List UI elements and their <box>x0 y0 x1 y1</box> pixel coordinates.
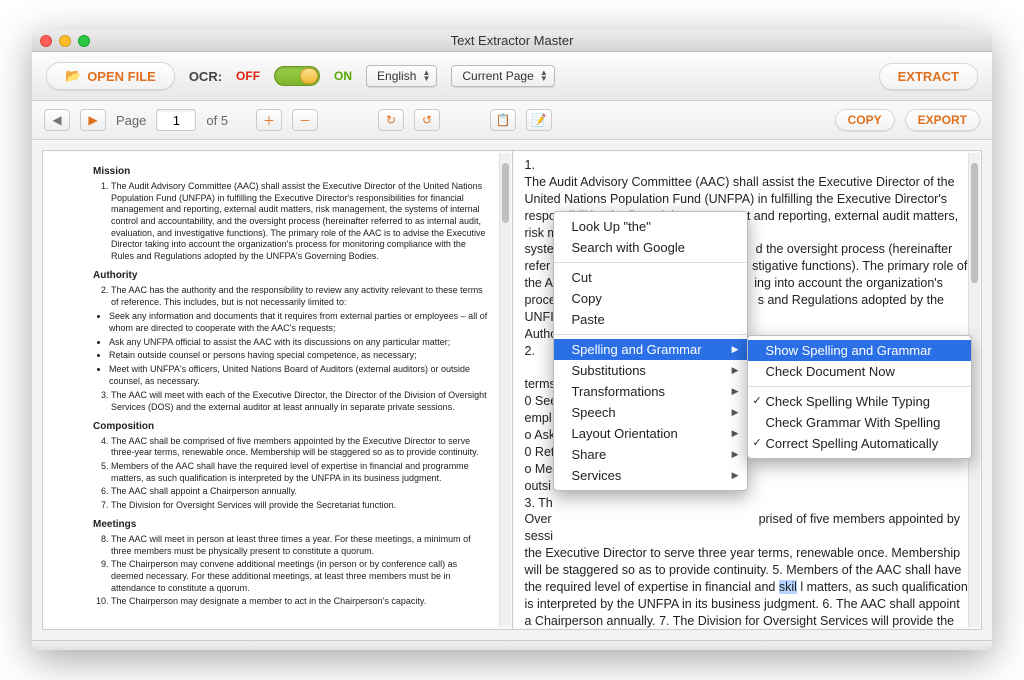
toggle-knob-icon <box>300 68 318 84</box>
composition-item: Members of the AAC shall have the requir… <box>111 461 490 484</box>
text-line: d the oversight process (hereinafter <box>756 242 953 256</box>
meetings-item: The Chairperson may convene additional m… <box>111 559 490 594</box>
text-frag: 0 Ret <box>525 445 555 459</box>
scope-select[interactable]: Current Page ▲▼ <box>451 65 554 87</box>
folder-icon: 📂 <box>65 68 81 84</box>
rotate-ccw-button[interactable]: ↺ <box>414 109 440 131</box>
content-area: Mission The Audit Advisory Committee (AA… <box>32 140 992 640</box>
menu-layout-orientation[interactable]: Layout Orientation <box>554 423 747 444</box>
text-frag: empl <box>525 411 552 425</box>
submenu-check-now[interactable]: Check Document Now <box>748 361 971 382</box>
text-line: stigative functions). The primary role o… <box>752 259 967 273</box>
text-frag: outsi <box>525 479 551 493</box>
menu-services[interactable]: Services <box>554 465 747 486</box>
composition-item: The Division for Oversight Services will… <box>111 500 490 512</box>
menu-copy[interactable]: Copy <box>554 288 747 309</box>
ocr-off-label: OFF <box>236 69 260 83</box>
top-toolbar: 📂 OPEN FILE OCR: OFF ON English ▲▼ Curre… <box>32 52 992 101</box>
text-line: 1. <box>525 158 535 172</box>
text-frag: o Ask <box>525 428 556 442</box>
scroll-thumb[interactable] <box>502 163 509 223</box>
authority-item-2: The AAC has the authority and the respon… <box>111 285 490 308</box>
text-line: 2. <box>525 344 535 358</box>
window-footer <box>32 640 992 650</box>
menu-lookup[interactable]: Look Up "the" <box>554 216 747 237</box>
context-menu[interactable]: Look Up "the" Search with Google Cut Cop… <box>553 211 748 491</box>
menu-spelling-grammar[interactable]: Spelling and Grammar Show Spelling and G… <box>554 339 747 360</box>
text-frag: terms <box>525 377 556 391</box>
remove-page-button[interactable]: － <box>292 109 318 131</box>
note-button[interactable]: 📝 <box>526 109 552 131</box>
text-line: s and Regulations adopted by the <box>758 293 944 307</box>
mission-item-1: The Audit Advisory Committee (AAC) shall… <box>111 181 490 263</box>
titlebar: Text Extractor Master <box>32 30 992 52</box>
submenu-check-while-typing[interactable]: Check Spelling While Typing <box>748 391 971 412</box>
source-pane: Mission The Audit Advisory Committee (AA… <box>42 150 513 630</box>
prev-page-button[interactable]: ◀ <box>44 109 70 131</box>
authority-bullet: Retain outside counsel or persons having… <box>109 350 490 362</box>
text-frag: UNFI <box>525 310 554 324</box>
menu-transformations[interactable]: Transformations <box>554 381 747 402</box>
heading-mission: Mission <box>93 165 490 178</box>
ocr-toggle[interactable] <box>274 66 320 86</box>
app-window: Text Extractor Master 📂 OPEN FILE OCR: O… <box>32 30 992 650</box>
heading-meetings: Meetings <box>93 518 490 531</box>
meetings-item: The Chairperson may designate a member t… <box>111 596 490 608</box>
menu-cut[interactable]: Cut <box>554 267 747 288</box>
copy-button[interactable]: COPY <box>835 109 895 131</box>
text-line: ing into account the organization's <box>754 276 943 290</box>
composition-item: The AAC shall be comprised of five membe… <box>111 436 490 459</box>
authority-bullet: Ask any UNFPA official to assist the AAC… <box>109 337 490 349</box>
authority-bullet: Meet with UNFPA's officers, United Natio… <box>109 364 490 387</box>
page-input[interactable] <box>156 109 196 131</box>
add-page-button[interactable]: ＋ <box>256 109 282 131</box>
ocr-on-label: ON <box>334 69 352 83</box>
text-frag: proce <box>525 293 556 307</box>
text-frag: syste <box>525 242 554 256</box>
menu-share[interactable]: Share <box>554 444 747 465</box>
page-count-label: of 5 <box>206 113 228 128</box>
menu-substitutions[interactable]: Substitutions <box>554 360 747 381</box>
rotate-cw-button[interactable]: ↻ <box>378 109 404 131</box>
next-page-button[interactable]: ▶ <box>80 109 106 131</box>
window-title: Text Extractor Master <box>32 33 992 48</box>
highlighted-word[interactable]: skil <box>779 580 797 594</box>
page-label: Page <box>116 113 146 128</box>
ocr-label: OCR: <box>189 69 222 84</box>
menu-search-google[interactable]: Search with Google <box>554 237 747 258</box>
extracted-text-pane: 1. The Audit Advisory Committee (AAC) sh… <box>513 150 983 630</box>
text-line: prised of five members appointed by <box>759 512 961 526</box>
page-toolbar: ◀ ▶ Page of 5 ＋ － ↻ ↺ 📋 📝 COPY EXPORT <box>32 101 992 140</box>
heading-authority: Authority <box>93 269 490 282</box>
submenu-correct-auto[interactable]: Correct Spelling Automatically <box>748 433 971 454</box>
authority-item-3: The AAC will meet with each of the Execu… <box>111 390 490 413</box>
language-select[interactable]: English ▲▼ <box>366 65 437 87</box>
composition-item: The AAC shall appoint a Chairperson annu… <box>111 486 490 498</box>
select-arrows-icon: ▲▼ <box>422 70 430 82</box>
text-frag: refer <box>525 259 551 273</box>
text-frag: the A <box>525 276 553 290</box>
text-frag: sessi <box>525 529 553 543</box>
extract-button[interactable]: EXTRACT <box>879 63 978 90</box>
source-document: Mission The Audit Advisory Committee (AA… <box>43 151 512 629</box>
clipboard-button[interactable]: 📋 <box>490 109 516 131</box>
spelling-submenu[interactable]: Show Spelling and Grammar Check Document… <box>747 335 972 459</box>
submenu-check-grammar[interactable]: Check Grammar With Spelling <box>748 412 971 433</box>
text-frag: Over <box>525 512 552 526</box>
export-button[interactable]: EXPORT <box>905 109 980 131</box>
scroll-thumb[interactable] <box>971 163 978 283</box>
select-arrows-icon: ▲▼ <box>540 70 548 82</box>
open-file-button[interactable]: 📂 OPEN FILE <box>46 62 175 90</box>
menu-paste[interactable]: Paste <box>554 309 747 330</box>
heading-composition: Composition <box>93 420 490 433</box>
menu-speech[interactable]: Speech <box>554 402 747 423</box>
meetings-item: The AAC will meet in person at least thr… <box>111 534 490 557</box>
text-frag: 3. Th <box>525 496 553 510</box>
text-frag: the Executive Director to serve three <box>525 546 727 560</box>
authority-bullet: Seek any information and documents that … <box>109 311 490 334</box>
scrollbar[interactable] <box>499 153 511 627</box>
submenu-show-spelling[interactable]: Show Spelling and Grammar <box>748 340 971 361</box>
